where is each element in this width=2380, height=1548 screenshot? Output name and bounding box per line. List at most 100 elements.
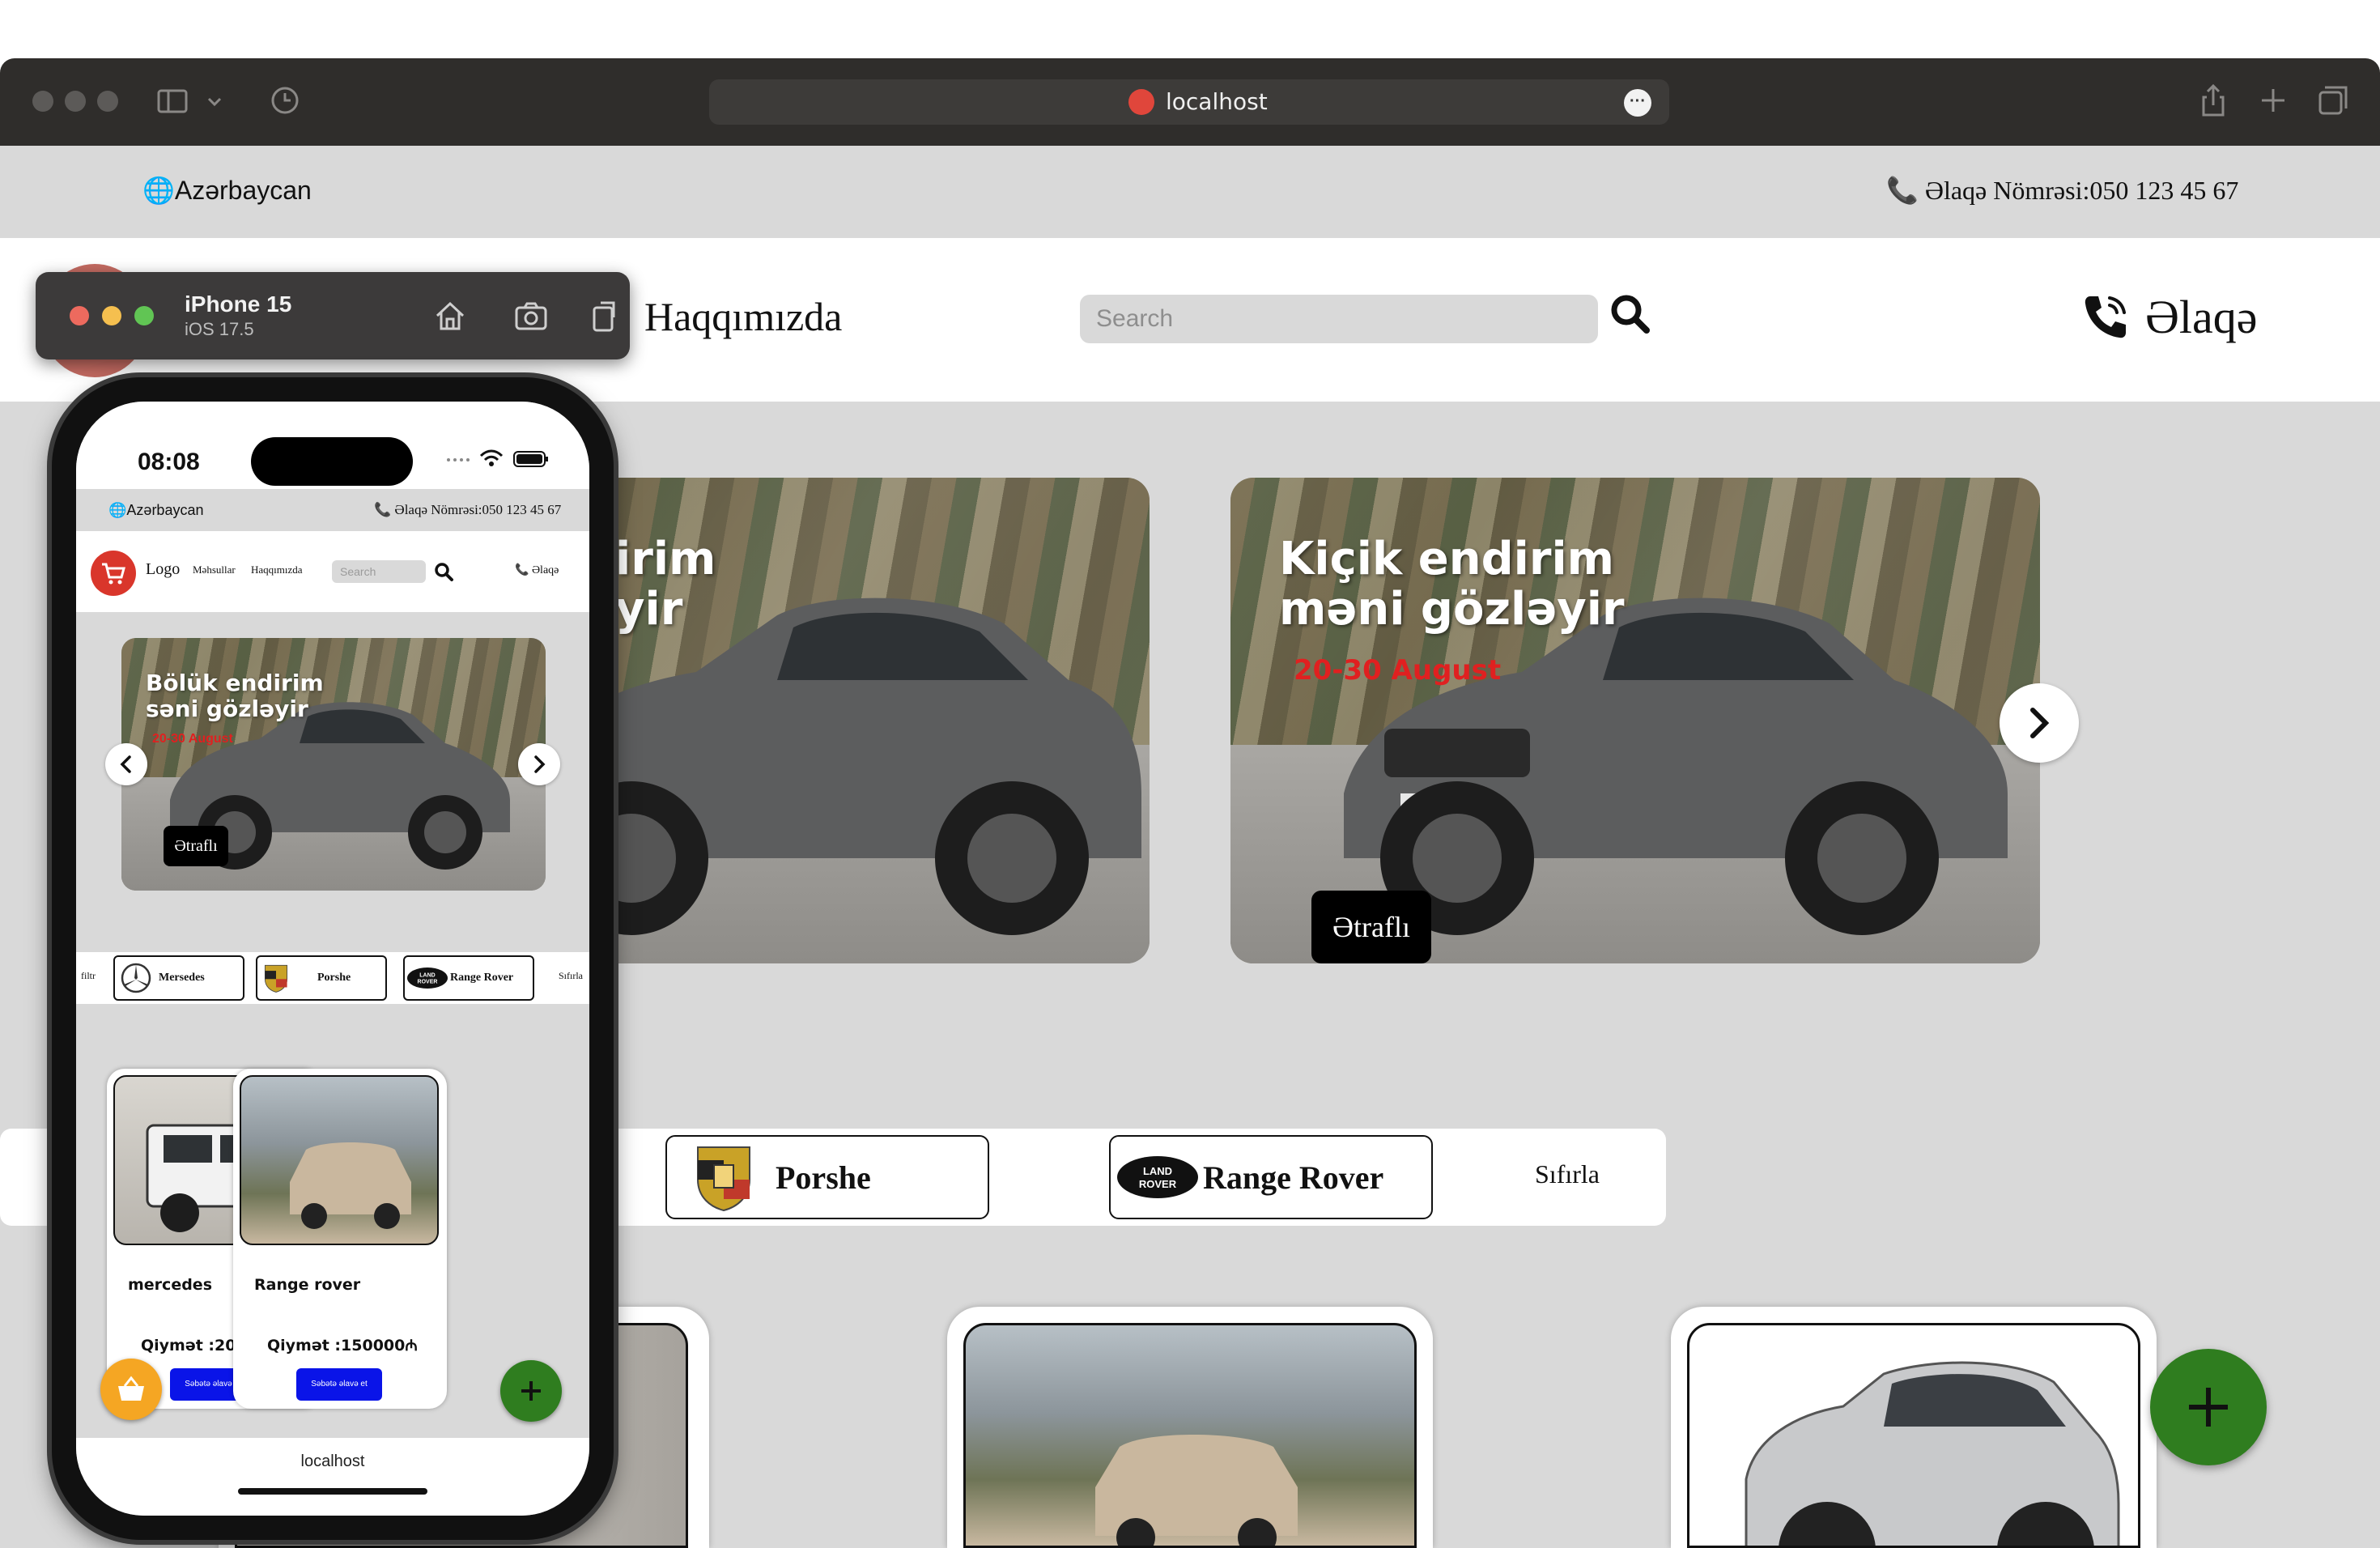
sidebar-toggle-icon[interactable] [154, 81, 193, 120]
mobile-language-label: Azərbaycan [126, 502, 204, 518]
search-input[interactable] [1080, 295, 1598, 343]
mobile-language-selector[interactable]: 🌐Azərbaycan [108, 502, 203, 519]
mobile-nav-products[interactable]: Məhsullar [193, 563, 236, 576]
mobile-brand-filter-bar: filtr Mersedes Porshe LAND ROVER Range Ro… [76, 952, 589, 1004]
slider-next-button[interactable] [2000, 683, 2079, 763]
mobile-search-input[interactable] [332, 560, 426, 583]
simulator-title-bar: iPhone 15 iOS 17.5 [36, 272, 630, 359]
plus-icon [2189, 1388, 2228, 1427]
sim-zoom-button[interactable] [134, 306, 154, 325]
screenshot-icon[interactable] [512, 296, 550, 335]
new-tab-icon[interactable] [2254, 81, 2293, 120]
dynamic-island [251, 437, 413, 486]
window-zoom-button[interactable] [97, 91, 118, 112]
porsche-logo-icon [697, 1146, 750, 1212]
mobile-slide-details-button[interactable]: Ətraflı [164, 826, 228, 866]
rotate-icon[interactable] [584, 296, 623, 335]
product-card[interactable] [1671, 1307, 2157, 1548]
mobile-product-card[interactable]: Range rover Qiymət :150000₼ Səbətə əlavə… [233, 1069, 447, 1409]
mobile-nav-about[interactable]: Haqqımızda [251, 563, 303, 576]
filter-reset-button[interactable]: Sıfırla [1535, 1159, 1600, 1189]
chevron-left-icon [120, 755, 131, 773]
mobile-address-url[interactable]: localhost [76, 1452, 589, 1471]
mobile-slide-title-line2: səni gözləyir [146, 695, 308, 722]
mobile-filter-button-mersedes[interactable]: Mersedes [113, 955, 244, 1001]
mobile-contact-phone: 📞 Əlaqə Nömrəsi:050 123 45 67 [374, 502, 562, 517]
chevron-down-icon[interactable] [202, 81, 227, 120]
nav-contact-link[interactable]: Əlaqə [2079, 280, 2258, 353]
product-card[interactable] [947, 1307, 1433, 1548]
page-menu-icon[interactable]: ··· [1624, 89, 1651, 117]
mobile-logo-text[interactable]: Logo [146, 560, 180, 579]
product-image [1687, 1323, 2140, 1548]
mobile-search-icon[interactable] [432, 560, 455, 583]
slider-card[interactable]: Kiçik endirim məni gözləyir 20-30 August … [1230, 478, 2040, 963]
mobile-filter-label: filtr [81, 970, 96, 981]
ios-status-bar: 08:08 [76, 402, 589, 489]
home-icon[interactable] [431, 296, 470, 335]
mobile-filter-button-porshe[interactable]: Porshe [256, 955, 387, 1001]
add-product-fab[interactable] [2150, 1349, 2267, 1465]
svg-text:LAND: LAND [419, 973, 435, 979]
product-image [963, 1323, 1417, 1548]
nav-link-about[interactable]: Haqqımızda [644, 293, 842, 340]
sim-device-name: iPhone 15 [185, 291, 292, 317]
svg-text:LAND: LAND [1143, 1165, 1172, 1177]
filter-button-porshe[interactable]: Porshe [665, 1135, 989, 1219]
add-to-cart-button[interactable]: Səbətə əlavə et [296, 1368, 382, 1401]
tab-overview-icon[interactable] [2314, 81, 2352, 120]
sim-os-version: iOS 17.5 [185, 319, 254, 339]
porsche-cayenne-image [1745, 1361, 2120, 1546]
mobile-navbar: Logo Məhsullar Haqqımızda 📞 Əlaqə [76, 531, 589, 612]
slide-title-line2: yir [615, 583, 683, 636]
language-selector[interactable]: 🌐Azərbaycan [142, 175, 312, 206]
land-rover-logo-icon: LANDROVER [407, 968, 448, 989]
mobile-filter-brand-label: Mersedes [159, 972, 205, 984]
filter-brand-label: Porshe [776, 1159, 871, 1196]
filter-button-range-rover[interactable]: LAND ROVER Range Rover [1109, 1135, 1433, 1219]
window-minimize-button[interactable] [65, 91, 86, 112]
sim-close-button[interactable] [70, 306, 89, 325]
mobile-slide-title-line1: Bölük endirim [146, 670, 324, 696]
browser-toolbar: localhost ··· [0, 58, 2380, 146]
home-indicator[interactable] [238, 1488, 427, 1495]
window-close-button[interactable] [32, 91, 53, 112]
slide-title-line1: irim [615, 533, 716, 585]
slide-details-button[interactable]: Ətraflı [1311, 891, 1431, 963]
mobile-top-info-bar: 🌐Azərbaycan 📞 Əlaqə Nömrəsi:050 123 45 6… [76, 489, 589, 531]
history-icon[interactable] [266, 81, 304, 120]
mobile-slider-next-button[interactable] [518, 743, 560, 785]
svg-text:ROVER: ROVER [1139, 1178, 1177, 1190]
status-time: 08:08 [138, 449, 200, 475]
chevron-right-icon [534, 755, 546, 773]
site-favicon-icon [1128, 89, 1154, 115]
svg-text:ROVER: ROVER [418, 980, 438, 985]
wifi-icon [479, 449, 504, 466]
mobile-slider-card[interactable]: Bölük endirim səni gözləyir 20-30 August … [121, 638, 546, 891]
slide-date: 20-30 August [1294, 654, 1502, 687]
mobile-product-name: mercedes [128, 1276, 212, 1294]
mobile-filter-button-range-rover[interactable]: LAND ROVER Range Rover [403, 955, 534, 1001]
logo-badge[interactable] [91, 551, 136, 596]
mobile-product-name: Range rover [254, 1276, 361, 1294]
mobile-filter-reset[interactable]: Sıfırla [559, 970, 583, 982]
slide-title-line2: məni gözləyir [1279, 583, 1625, 636]
basket-icon [118, 1376, 144, 1401]
range-rover-image [290, 1142, 411, 1229]
mobile-nav-contact[interactable]: 📞 Əlaqə [515, 563, 559, 577]
mobile-basket-fab[interactable] [100, 1359, 162, 1420]
sim-minimize-button[interactable] [102, 306, 121, 325]
share-icon[interactable] [2194, 81, 2233, 120]
mobile-safari-bottom-bar: localhost [76, 1438, 589, 1516]
top-info-bar: 🌐Azərbaycan 📞 Əlaqə Nömrəsi:050 123 45 6… [0, 146, 2380, 238]
filter-brand-label: Range Rover [1203, 1159, 1384, 1196]
mercedes-logo-icon [121, 963, 151, 993]
mobile-slider-prev-button[interactable] [105, 743, 147, 785]
porsche-logo-icon [264, 964, 288, 993]
search-icon[interactable] [1606, 290, 1655, 338]
slide-title: irim yir [615, 534, 716, 635]
mobile-product-price: Qiymət :150000₼ [267, 1337, 418, 1354]
signal-icon [447, 458, 470, 461]
mobile-add-product-fab[interactable] [500, 1360, 562, 1422]
address-bar[interactable]: localhost ··· [709, 79, 1669, 125]
